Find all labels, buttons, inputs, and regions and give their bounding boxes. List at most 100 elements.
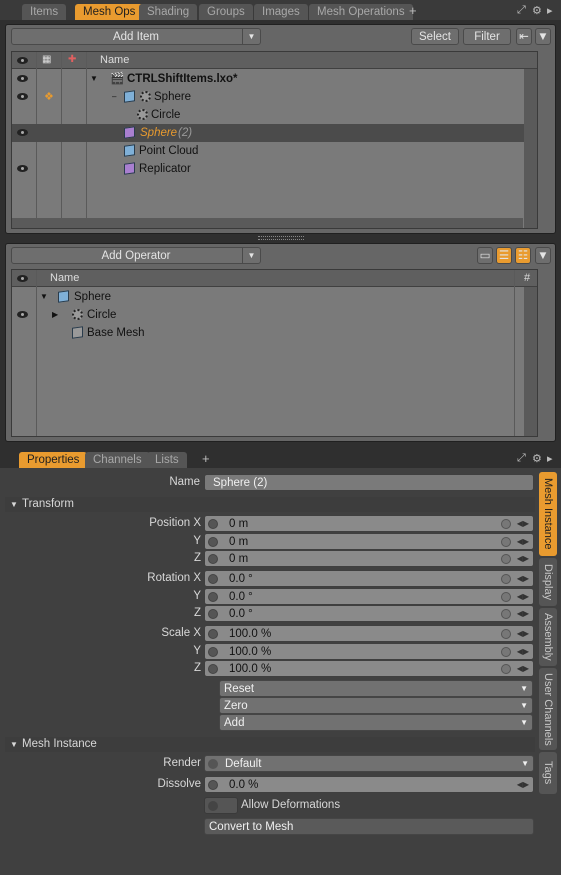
zero-dropdown[interactable]: Zero ▼: [219, 697, 533, 714]
add-tab-button[interactable]: +: [202, 451, 210, 466]
funnel-icon[interactable]: ▼: [535, 247, 551, 264]
gear-icon[interactable]: ⚙: [532, 452, 542, 465]
reset-icon[interactable]: [501, 519, 511, 529]
stepper-icon[interactable]: ◀▶: [517, 626, 529, 642]
tab-properties[interactable]: Properties: [19, 452, 88, 468]
reset-icon[interactable]: [501, 647, 511, 657]
render-column-icon[interactable]: ▦: [42, 54, 51, 65]
tree-row-sphere-2[interactable]: Sphere (2): [12, 124, 537, 142]
stepper-icon[interactable]: ◀▶: [517, 606, 529, 622]
vertical-scrollbar[interactable]: [524, 69, 537, 228]
position-z-field[interactable]: 0 m ◀▶: [204, 550, 534, 567]
stepper-icon[interactable]: ◀▶: [517, 777, 529, 793]
eye-icon[interactable]: [17, 165, 28, 172]
stepper-icon[interactable]: ◀▶: [517, 571, 529, 587]
anim-key-icon[interactable]: [208, 537, 218, 547]
add-operator-dropdown[interactable]: Add Operator ▼: [11, 247, 261, 264]
anim-key-icon[interactable]: [208, 759, 218, 769]
reset-icon[interactable]: [501, 664, 511, 674]
convert-to-mesh-button[interactable]: Convert to Mesh: [204, 818, 534, 835]
tab-shading[interactable]: Shading: [139, 4, 198, 20]
expand-icon[interactable]: ⤢: [517, 4, 526, 17]
tree-row-circle[interactable]: Circle: [12, 106, 537, 124]
name-field[interactable]: Sphere (2): [204, 474, 534, 491]
tab-items[interactable]: Items: [22, 4, 67, 20]
expand-icon[interactable]: ⤢: [517, 452, 526, 465]
allow-deformations-toggle[interactable]: [204, 797, 238, 814]
list-options-icon[interactable]: ⇤: [516, 28, 532, 45]
anim-key-icon[interactable]: [208, 592, 218, 602]
render-dropdown[interactable]: Default ▼: [204, 755, 534, 772]
rotation-x-field[interactable]: 0.0 ° ◀▶: [204, 570, 534, 587]
visibility-column-icon[interactable]: [17, 57, 28, 64]
anim-key-icon[interactable]: [208, 780, 218, 790]
rotation-y-field[interactable]: 0.0 ° ◀▶: [204, 588, 534, 605]
transform-section-header[interactable]: ▼ Transform: [5, 497, 535, 512]
stepper-icon[interactable]: ◀▶: [517, 551, 529, 567]
visibility-column-icon[interactable]: [17, 275, 28, 282]
op-row-sphere[interactable]: ▼ Sphere: [12, 288, 537, 306]
name-column-header[interactable]: Name: [100, 54, 129, 66]
scale-x-field[interactable]: 100.0 % ◀▶: [204, 625, 534, 642]
expand-arrow-icon[interactable]: ▼: [90, 70, 98, 88]
dissolve-field[interactable]: 0.0 % ◀▶: [204, 776, 534, 793]
op-row-base-mesh[interactable]: Base Mesh: [12, 324, 537, 342]
eye-icon[interactable]: [17, 311, 28, 318]
scale-y-field[interactable]: 100.0 % ◀▶: [204, 643, 534, 660]
tab-channels[interactable]: Channels: [85, 452, 150, 468]
reset-icon[interactable]: [501, 609, 511, 619]
select-button[interactable]: Select: [411, 28, 459, 45]
anim-key-icon[interactable]: [208, 554, 218, 564]
tree-row-scene[interactable]: ▼ 🎬 CTRLShiftItems.lxo*: [12, 70, 537, 88]
side-tab-mesh-instance[interactable]: Mesh Instance: [539, 472, 557, 556]
gear-icon[interactable]: ⚙: [532, 4, 542, 17]
anim-key-icon[interactable]: [208, 801, 218, 811]
side-tab-assembly[interactable]: Assembly: [539, 608, 557, 666]
expand-arrow-icon[interactable]: ▶: [52, 306, 58, 324]
vertical-scrollbar[interactable]: [524, 287, 537, 436]
stack-view-icon[interactable]: ☰: [496, 247, 512, 264]
op-row-circle[interactable]: ▶ Circle: [12, 306, 537, 324]
stepper-icon[interactable]: ◀▶: [517, 644, 529, 660]
add-dropdown[interactable]: Add ▼: [219, 714, 533, 731]
funnel-icon[interactable]: ▼: [535, 28, 551, 45]
eye-icon[interactable]: [17, 129, 28, 136]
graph-view-icon[interactable]: ☷: [515, 247, 531, 264]
expand-arrow-icon[interactable]: ▼: [40, 288, 48, 306]
reset-icon[interactable]: [501, 537, 511, 547]
name-column-header[interactable]: Name: [50, 272, 79, 284]
reset-icon[interactable]: [501, 554, 511, 564]
tree-row-sphere[interactable]: ❖ – Sphere: [12, 88, 537, 106]
position-x-field[interactable]: 0 m ◀▶: [204, 515, 534, 532]
anim-key-icon[interactable]: [208, 664, 218, 674]
eye-icon[interactable]: [17, 93, 28, 100]
add-tab-button[interactable]: +: [409, 3, 417, 18]
anim-key-icon[interactable]: [208, 609, 218, 619]
layout-icon[interactable]: ▭: [477, 247, 493, 264]
scale-z-field[interactable]: 100.0 % ◀▶: [204, 660, 534, 677]
position-y-field[interactable]: 0 m ◀▶: [204, 533, 534, 550]
anim-key-icon[interactable]: [208, 629, 218, 639]
side-tab-tags[interactable]: Tags: [539, 752, 557, 794]
tree-row-replicator[interactable]: Replicator: [12, 160, 537, 178]
add-item-dropdown[interactable]: Add Item ▼: [11, 28, 261, 45]
tab-groups[interactable]: Groups: [199, 4, 253, 20]
stepper-icon[interactable]: ◀▶: [517, 534, 529, 550]
menu-arrow-icon[interactable]: ▸: [547, 4, 553, 17]
reset-dropdown[interactable]: Reset ▼: [219, 680, 533, 697]
rotation-z-field[interactable]: 0.0 ° ◀▶: [204, 605, 534, 622]
stepper-icon[interactable]: ◀▶: [517, 516, 529, 532]
reset-icon[interactable]: [501, 592, 511, 602]
collapse-arrow-icon[interactable]: –: [112, 88, 116, 106]
tree-row-point-cloud[interactable]: Point Cloud: [12, 142, 537, 160]
stepper-icon[interactable]: ◀▶: [517, 589, 529, 605]
side-tab-display[interactable]: Display: [539, 558, 557, 606]
eye-icon[interactable]: [17, 75, 28, 82]
anim-key-icon[interactable]: [208, 574, 218, 584]
tab-mesh-operations[interactable]: Mesh Operations: [309, 4, 413, 20]
anim-key-icon[interactable]: [208, 647, 218, 657]
splitter-handle[interactable]: [258, 236, 304, 240]
horizontal-scrollbar[interactable]: [12, 218, 523, 228]
stepper-icon[interactable]: ◀▶: [517, 661, 529, 677]
tab-mesh-ops[interactable]: Mesh Ops: [75, 4, 144, 20]
